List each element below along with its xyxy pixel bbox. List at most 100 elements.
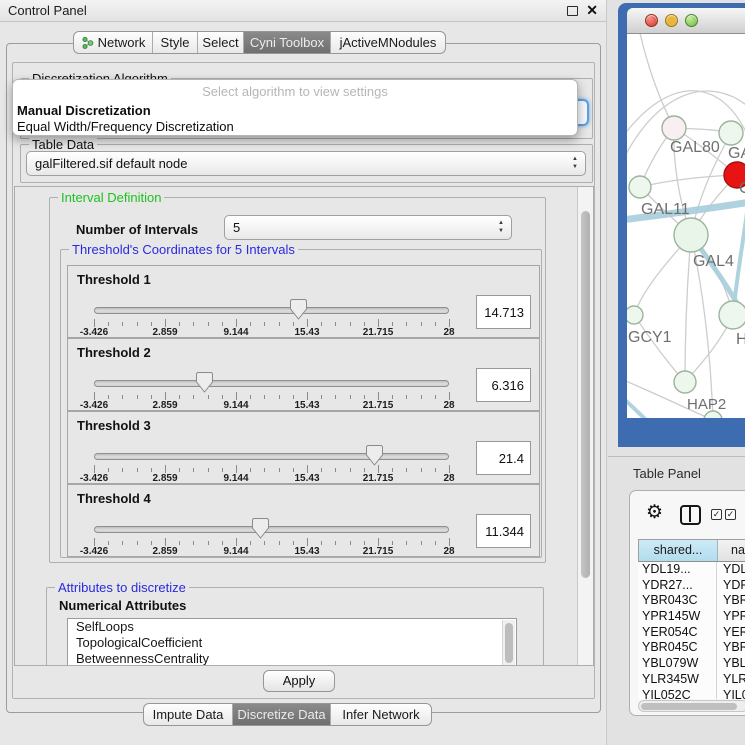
mac-zoom-button[interactable] <box>685 14 698 27</box>
threshold-slider-track[interactable] <box>94 307 449 314</box>
tab-cyni-toolbox[interactable]: Cyni Toolbox <box>244 32 331 53</box>
table-horizontal-scrollbar[interactable] <box>638 700 745 712</box>
network-node-gal80[interactable] <box>662 116 686 140</box>
float-window-icon[interactable] <box>567 6 578 16</box>
table-cell: YPR1 <box>717 609 745 625</box>
tab-infer-network[interactable]: Infer Network <box>331 704 431 725</box>
node-label: GCY1 <box>628 329 672 346</box>
table-cell: YBR045C <box>638 640 717 656</box>
attribute-item[interactable]: BetweennessCentrality <box>68 651 516 666</box>
threshold-value-field[interactable] <box>476 295 531 329</box>
table-data-combobox[interactable]: galFiltered.sif default node ▲▼ <box>26 151 586 176</box>
checkbox-icon[interactable]: ✓ <box>725 509 736 520</box>
tab-label: Network <box>98 35 146 50</box>
threshold-slider-track[interactable] <box>94 453 449 460</box>
table-cell: YBR0 <box>717 640 745 656</box>
tab-select[interactable]: Select <box>198 32 244 53</box>
gear-icon[interactable]: ⚙ <box>646 502 663 524</box>
table-row[interactable]: YLR345WYLR3 <box>638 672 745 688</box>
table-cell: YBL0 <box>717 656 745 672</box>
table-row[interactable]: YDL19...YDL1 <box>638 562 745 578</box>
tab-discretize-data[interactable]: Discretize Data <box>233 704 331 725</box>
threshold-slider-thumb[interactable] <box>366 445 383 466</box>
checkbox-icon[interactable]: ✓ <box>711 509 722 520</box>
node-label: C <box>739 180 745 197</box>
scrollbar-thumb[interactable] <box>505 623 513 663</box>
number-of-intervals-value: 5 <box>233 220 240 235</box>
threshold-slider-track[interactable] <box>94 526 449 533</box>
table-panel-toolbar: ⚙ ✓ ✓ <box>630 495 745 535</box>
node-label: GAL80 <box>670 139 720 156</box>
popup-option-manual-discretization[interactable]: Manual Discretization <box>17 103 151 118</box>
stepper-icon: ▲▼ <box>572 155 578 171</box>
table-cell: YER054C <box>638 625 717 641</box>
table-row[interactable]: YBR043CYBR0 <box>638 593 745 609</box>
network-node-gcy1[interactable] <box>627 306 643 324</box>
table-row[interactable]: YPR145WYPR1 <box>638 609 745 625</box>
apply-button[interactable]: Apply <box>263 670 335 692</box>
tab-impute-data[interactable]: Impute Data <box>144 704 233 725</box>
numerical-attributes-list[interactable]: SelfLoopsTopologicalCoefficientBetweenne… <box>67 618 517 666</box>
table-row[interactable]: YIL052CYIL0 <box>638 688 745 700</box>
column-header-shared-name[interactable]: shared... <box>639 540 718 561</box>
thresholds-coordinates-label: Threshold's Coordinates for 5 Intervals <box>69 242 298 257</box>
number-of-intervals-label: Number of Intervals <box>76 222 198 237</box>
node-label: GAL4 <box>693 253 734 270</box>
slider-tick-labels: -3.4262.8599.14415.4321.71528 <box>94 546 449 557</box>
popup-option-equal-width-frequency[interactable]: Equal Width/Frequency Discretization <box>17 119 234 134</box>
table-cell: YDR2 <box>717 578 745 594</box>
tab-label: Discretize Data <box>237 707 325 722</box>
tab-label: Style <box>161 35 190 50</box>
attributes-list-scrollbar[interactable] <box>502 620 515 666</box>
tab-jactivemnodules[interactable]: jActiveMNodules <box>331 32 445 53</box>
table-cell: YBL079W <box>638 656 717 672</box>
threshold-slider-thumb[interactable] <box>290 299 307 320</box>
node-table: shared... na YDL19...YDL1YDR27...YDR2YBR… <box>638 539 745 689</box>
network-node-ga[interactable] <box>719 121 743 145</box>
numerical-attributes-title: Numerical Attributes <box>59 598 186 613</box>
number-of-intervals-combobox[interactable]: 5 ▲▼ <box>224 215 512 240</box>
interval-definition-group: Interval Definition Number of Intervals … <box>49 197 546 563</box>
table-cell: YLR3 <box>717 672 745 688</box>
tab-network[interactable]: Network <box>74 32 153 53</box>
slider-tick-labels: -3.4262.8599.14415.4321.71528 <box>94 327 449 338</box>
network-canvas[interactable]: GAL80GACGAL11GAL4GCY1HHAP2 <box>627 34 745 418</box>
network-node-h[interactable] <box>719 301 745 329</box>
table-row[interactable]: YDR27...YDR2 <box>638 578 745 594</box>
scrollbar-thumb[interactable] <box>641 703 737 710</box>
settings-vertical-scrollbar[interactable] <box>577 187 593 665</box>
threshold-value-field[interactable] <box>476 368 531 402</box>
table-row[interactable]: YER054CYER0 <box>638 625 745 641</box>
table-cell: YDR27... <box>638 578 717 594</box>
threshold-slider-track[interactable] <box>94 380 449 387</box>
scrollbar-thumb[interactable] <box>581 211 590 578</box>
columns-icon[interactable] <box>680 505 701 525</box>
column-header-name[interactable]: na <box>718 540 745 561</box>
table-cell: YBR0 <box>717 593 745 609</box>
threshold-slider-thumb[interactable] <box>196 372 213 393</box>
attribute-item[interactable]: TopologicalCoefficient <box>68 635 516 651</box>
control-panel-titlebar: Control Panel ✕ <box>0 0 606 22</box>
threshold-slider-thumb[interactable] <box>252 518 269 539</box>
attribute-item[interactable]: SelfLoops <box>68 619 516 635</box>
node-label: HAP2 <box>687 396 726 413</box>
threshold-value-field[interactable] <box>476 441 531 475</box>
stepper-icon: ▲▼ <box>498 219 504 235</box>
close-icon[interactable]: ✕ <box>586 2 598 19</box>
slider-tick-labels: -3.4262.8599.14415.4321.71528 <box>94 400 449 411</box>
settings-scroll-area: Interval Definition Number of Intervals … <box>14 186 594 666</box>
threshold-value-field[interactable] <box>476 514 531 548</box>
threshold-label: Threshold 1 <box>77 272 151 287</box>
mac-close-button[interactable] <box>645 14 658 27</box>
table-row[interactable]: YBL079WYBL0 <box>638 656 745 672</box>
tab-label: Cyni Toolbox <box>250 35 324 50</box>
table-header-row: shared... na <box>638 539 745 562</box>
table-row[interactable]: YBR045CYBR0 <box>638 640 745 656</box>
network-node-gal11[interactable] <box>629 176 651 198</box>
mac-minimize-button[interactable] <box>665 14 678 27</box>
network-node-gal4[interactable] <box>674 218 708 252</box>
network-icon <box>81 36 94 50</box>
network-node-hap2[interactable] <box>674 371 696 393</box>
tab-style[interactable]: Style <box>153 32 198 53</box>
threshold-panel: Threshold 1 -3.4262.8599.14415.4321.7152… <box>67 265 540 338</box>
